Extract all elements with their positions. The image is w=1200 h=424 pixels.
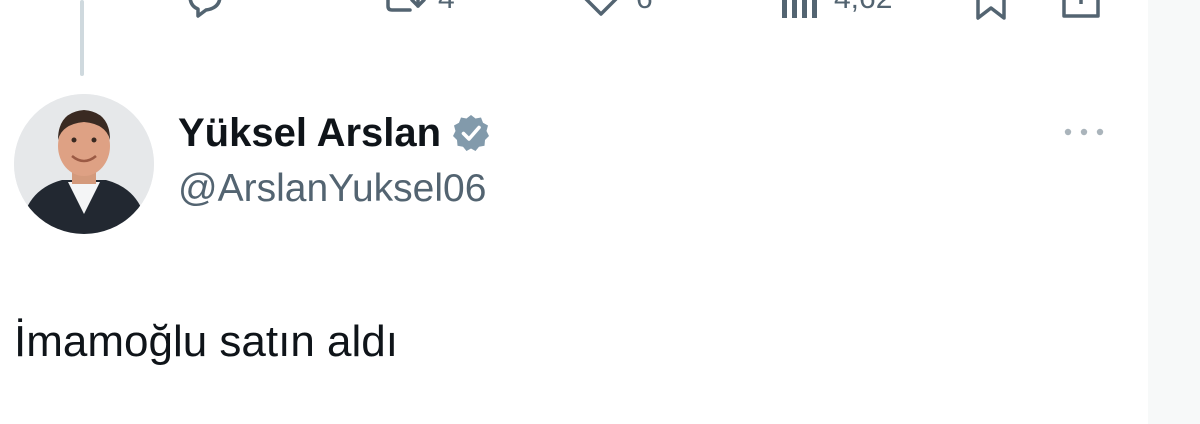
right-edge-shade <box>1148 0 1200 424</box>
views-icon[interactable] <box>776 0 822 22</box>
reply-icon[interactable] <box>182 0 228 22</box>
verified-badge-icon[interactable] <box>451 113 491 153</box>
thread-connector-line <box>80 0 84 76</box>
retweet-icon[interactable] <box>380 0 426 22</box>
like-icon[interactable] <box>578 0 624 22</box>
more-horizontal-icon <box>1064 128 1104 136</box>
share-icon[interactable] <box>1058 0 1104 22</box>
bookmark-icon[interactable] <box>968 0 1014 22</box>
retweet-count: 4 <box>438 0 455 18</box>
like-count: 6 <box>636 0 653 18</box>
author-username[interactable]: @ArslanYuksel06 <box>178 164 486 214</box>
author-name-row: Yüksel Arslan <box>178 108 491 158</box>
previous-tweet-action-bar: 4 6 4,62 <box>0 0 1200 22</box>
more-options-button[interactable] <box>1056 112 1112 152</box>
views-count: 4,62 <box>834 0 892 18</box>
author-display-name[interactable]: Yüksel Arslan <box>178 108 441 158</box>
tweet-text: İmamoğlu satın aldı <box>14 317 398 366</box>
avatar[interactable] <box>14 94 154 234</box>
